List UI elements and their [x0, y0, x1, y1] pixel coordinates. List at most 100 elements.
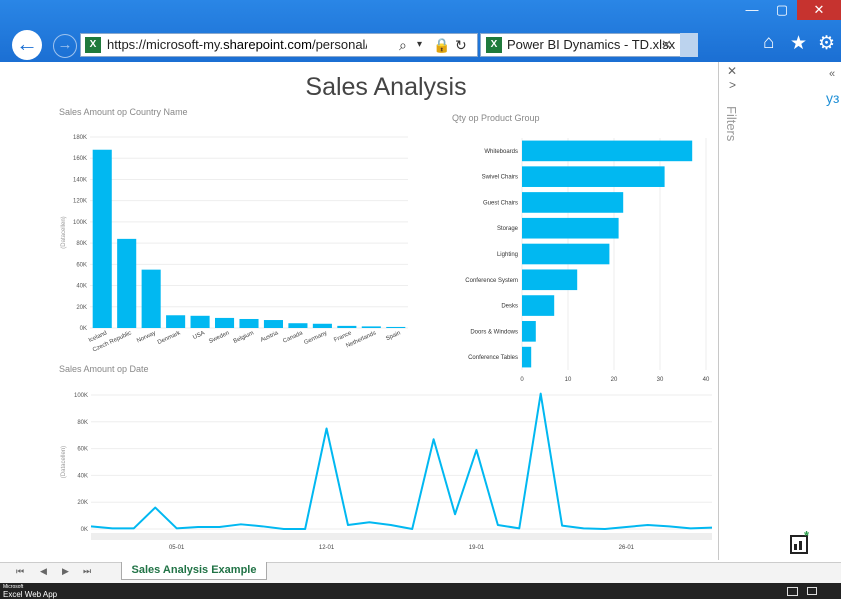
svg-text:*: *	[804, 530, 810, 543]
x-tick-label: 12-01	[319, 545, 335, 551]
next-sheet-icon[interactable]: ▶	[62, 566, 69, 577]
excel-table-icon[interactable]: *	[790, 530, 812, 554]
filters-expand-icon[interactable]: >	[729, 78, 736, 92]
excel-icon: X	[85, 37, 101, 53]
product-bar-chart: Qty op Product Group 0 10 20 30 40 Whiteboards…	[452, 113, 710, 383]
y-tick-label: Conference Tables	[468, 355, 518, 361]
x-tick-label: 0	[520, 377, 524, 383]
bar	[522, 346, 532, 368]
forward-arrow-icon: →	[57, 36, 73, 53]
y-tick-label: 60K	[77, 447, 88, 453]
chart-title: Qty op Product Group	[452, 113, 540, 123]
y-axis-label: (Datacellen)	[61, 216, 67, 248]
favorites-icon[interactable]: ★	[790, 32, 807, 55]
y-tick-label: 100K	[74, 393, 88, 399]
settings-icon[interactable]: ⚙	[818, 32, 835, 55]
refresh-icon[interactable]: ↻	[455, 34, 467, 56]
y-tick-label: 160K	[73, 156, 87, 162]
x-tick-label: 10	[565, 377, 572, 383]
y-tick-label: Whiteboards	[484, 149, 518, 155]
sheet-tab-active[interactable]: Sales Analysis Example	[121, 562, 267, 580]
series-line	[90, 392, 713, 530]
bar	[522, 269, 578, 291]
bar	[522, 321, 536, 342]
bar	[117, 238, 137, 328]
y-axis-label: (Datacellen)	[61, 446, 67, 478]
y-tick-label: 80K	[76, 241, 87, 247]
dropdown-icon[interactable]: ▾	[417, 34, 422, 56]
normal-view-icon[interactable]	[787, 587, 798, 596]
bar	[386, 326, 406, 328]
tab-title: Power BI Dynamics - TD.xlsx	[507, 37, 676, 52]
minimize-icon[interactable]: —	[737, 0, 767, 20]
collapse-pane-icon[interactable]: «	[829, 68, 835, 80]
country-bar-chart: Sales Amount op Country Name (Datacellen)…	[59, 107, 408, 354]
search-icon[interactable]: ⌕	[399, 34, 407, 56]
x-tick-label: 40	[703, 377, 710, 383]
x-tick-label: Austria	[260, 330, 280, 344]
browser-tab[interactable]: X Power BI Dynamics - TD.xlsx ✕	[480, 33, 698, 57]
x-tick-label: 19-01	[469, 545, 485, 551]
y-tick-label: 120K	[73, 199, 87, 205]
report-title: Sales Analysis	[305, 73, 466, 101]
bar	[214, 317, 235, 328]
y-tick-label: Lighting	[497, 252, 518, 258]
tab-close-icon[interactable]: ✕	[661, 34, 672, 56]
filters-pane[interactable]: ✕ > Filters	[720, 62, 744, 560]
x-tick-label: Germany	[303, 330, 328, 346]
y-tick-label: 80K	[77, 420, 88, 426]
first-sheet-icon[interactable]: ⏮	[16, 566, 24, 577]
y-tick-label: 40K	[77, 473, 88, 479]
url-suffix: /personal/kurtju_m	[311, 37, 367, 52]
x-tick-label: Canada	[282, 330, 304, 345]
back-button[interactable]: ←	[12, 30, 42, 60]
bar	[263, 320, 284, 328]
x-tick-label: 20	[611, 377, 618, 383]
y-tick-label: Conference System	[465, 278, 518, 284]
brand-name: Excel Web App	[3, 590, 58, 599]
prev-sheet-icon[interactable]: ◀	[40, 566, 47, 577]
url-prefix: https://microsoft-my.	[107, 37, 224, 52]
pane-divider	[718, 62, 719, 560]
chart-title: Sales Amount op Country Name	[59, 107, 188, 117]
bar	[92, 149, 112, 328]
forward-button[interactable]: →	[53, 34, 77, 58]
y-tick-label: 140K	[73, 177, 87, 183]
bar	[522, 192, 624, 213]
maximize-icon[interactable]: ▢	[767, 0, 797, 20]
excel-icon: X	[486, 37, 502, 53]
close-icon[interactable]: ✕	[797, 0, 841, 20]
x-tick-label: Sweden	[208, 330, 230, 345]
bar	[190, 315, 210, 328]
back-arrow-icon: ←	[16, 31, 38, 56]
y-tick-label: 40K	[76, 284, 87, 290]
y-tick-label: Desks	[501, 304, 518, 310]
chart-title: Sales Amount op Date	[59, 364, 149, 374]
bar	[166, 315, 186, 328]
bar	[522, 243, 610, 265]
x-tick-label: Norway	[136, 330, 157, 344]
filters-close-icon[interactable]: ✕	[727, 64, 737, 78]
bar	[522, 295, 555, 316]
right-pane-link[interactable]: уз	[826, 90, 839, 106]
date-line-chart: Sales Amount op Date (Datacellen) 0K 20K 40K…	[59, 364, 713, 551]
bar	[312, 323, 332, 328]
x-tick-label: USA	[192, 330, 206, 341]
status-bar	[0, 583, 841, 599]
report-canvas: Sales Analysis Sales Amount op Country N…	[8, 62, 718, 562]
lock-icon: 🔒	[433, 37, 451, 53]
last-sheet-icon[interactable]: ⏭	[83, 566, 91, 577]
filters-label: Filters	[724, 106, 739, 142]
new-tab-button[interactable]	[680, 33, 698, 57]
home-icon[interactable]: ⌂	[763, 32, 774, 54]
fullscreen-icon[interactable]	[807, 587, 817, 595]
address-url[interactable]: https://microsoft-my.sharepoint.com/pers…	[107, 34, 367, 56]
address-bar[interactable]: X https://microsoft-my.sharepoint.com/pe…	[80, 33, 478, 57]
bar	[288, 323, 308, 328]
x-tick-label: 30	[657, 377, 664, 383]
x-scrollbar	[91, 533, 712, 540]
url-domain: sharepoint.com	[223, 37, 312, 52]
bar	[522, 166, 665, 187]
y-tick-label: 180K	[73, 135, 87, 141]
x-tick-label: 05-01	[169, 545, 185, 551]
